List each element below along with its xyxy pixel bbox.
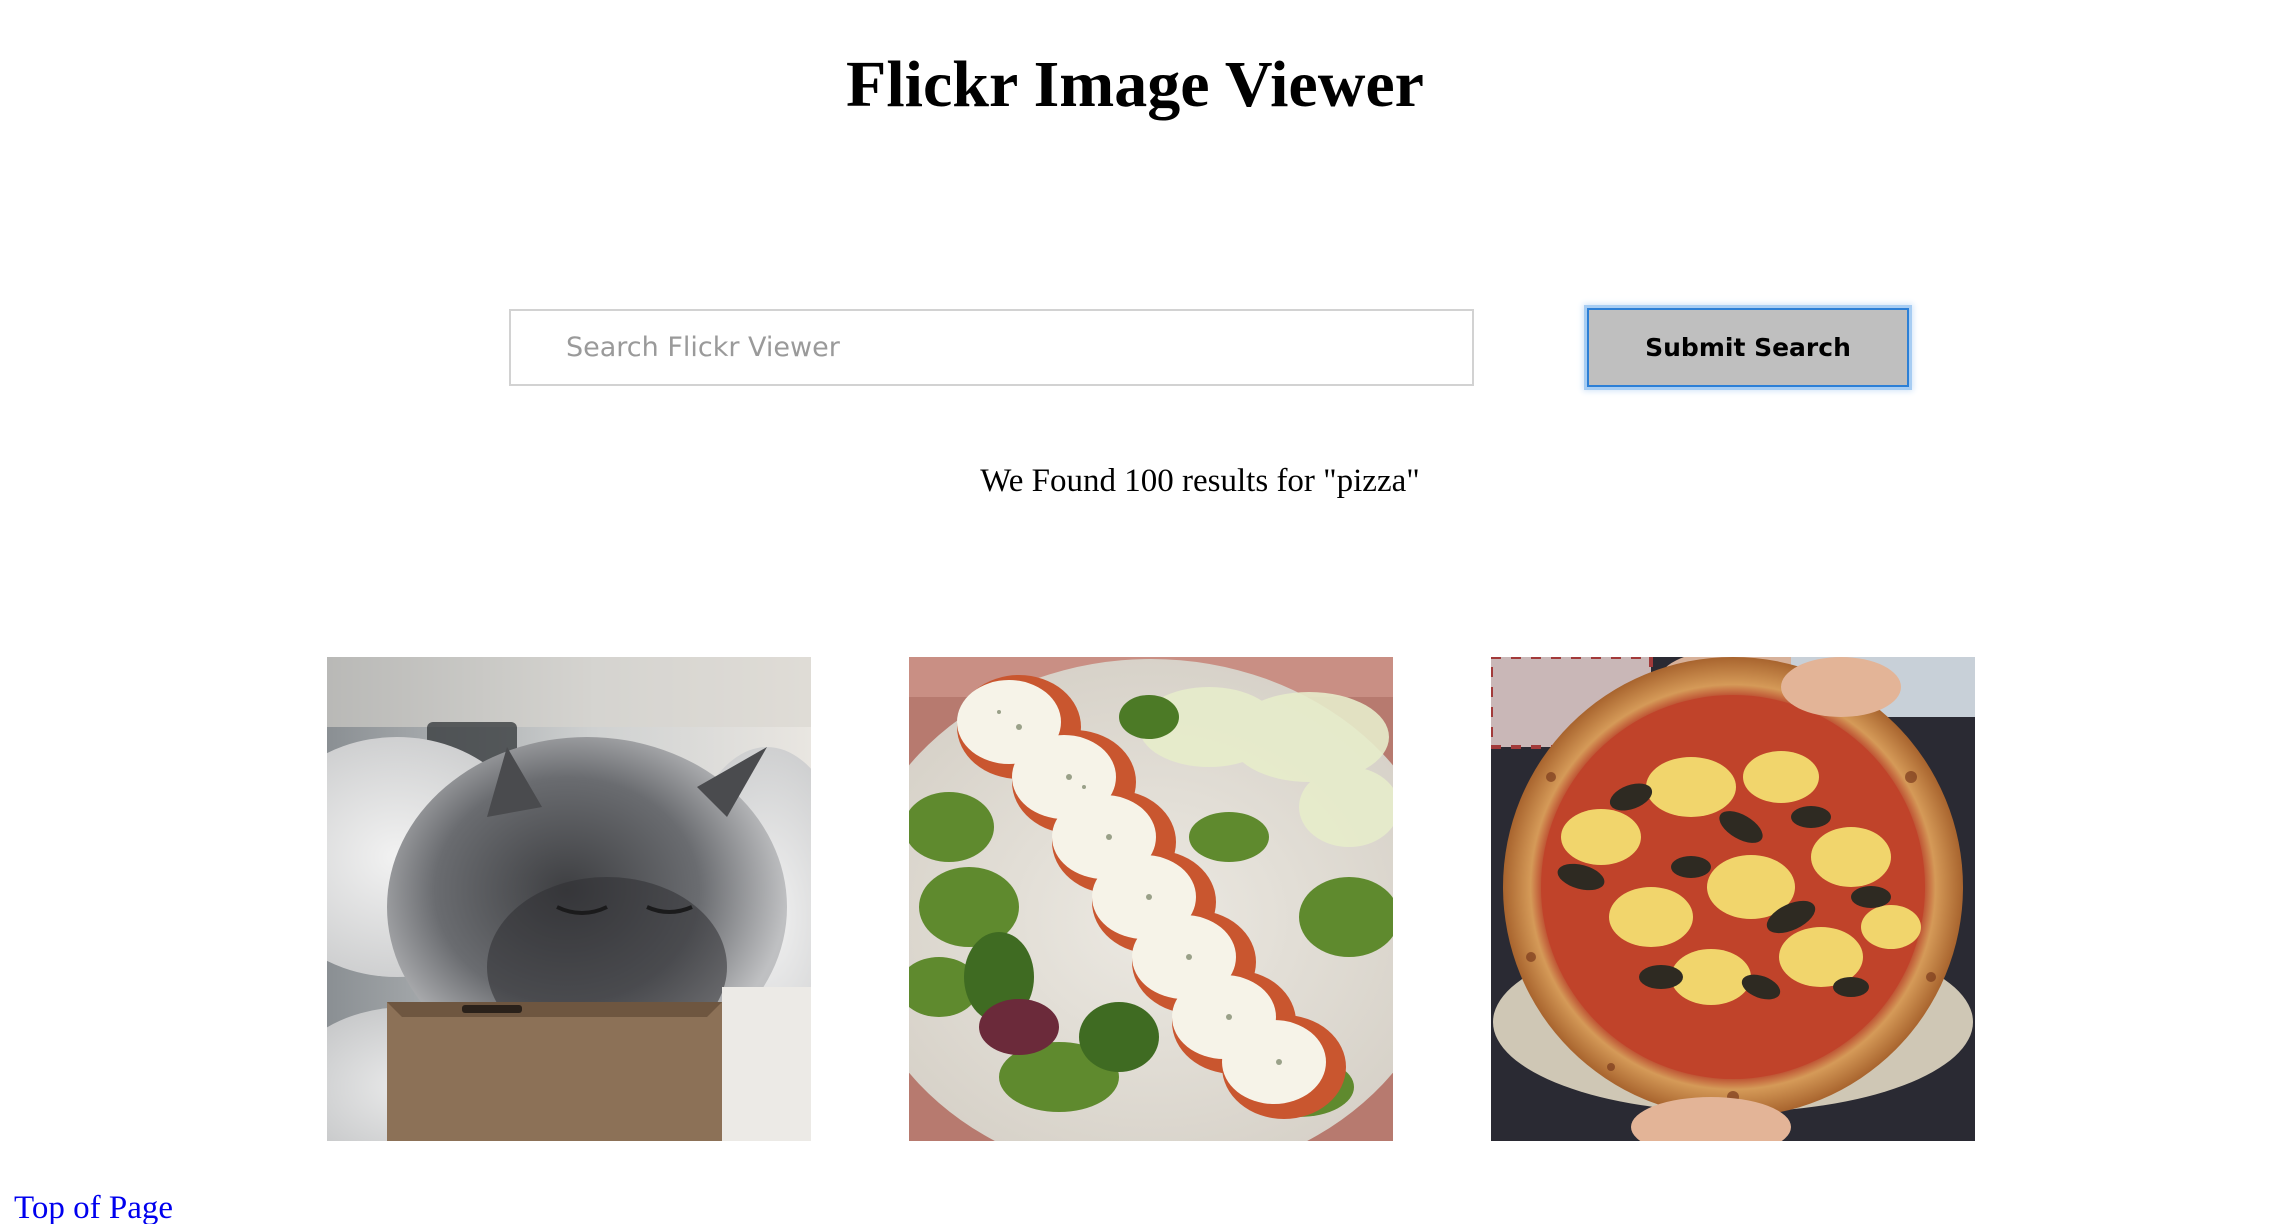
cat-in-box-image [327,657,811,1141]
photo-tile-cat[interactable] [327,657,811,1141]
results-query: "pizza" [1323,463,1420,499]
pizza-image [1491,657,1975,1141]
page-title: Flickr Image Viewer [846,48,1424,121]
caprese-salad-image [909,657,1393,1141]
results-middle: results for [1182,463,1315,499]
photo-tile-pizza[interactable] [1491,657,1975,1141]
search-input[interactable] [509,309,1474,386]
photo-tile-salad[interactable] [909,657,1393,1141]
results-summary: We Found 100 results for "pizza" [0,457,2270,505]
results-count: 100 [1124,463,1174,499]
results-prefix: We Found [980,463,1117,499]
submit-search-button[interactable]: Submit Search [1587,308,1909,387]
top-of-page-link[interactable]: Top of Page [14,1188,173,1224]
